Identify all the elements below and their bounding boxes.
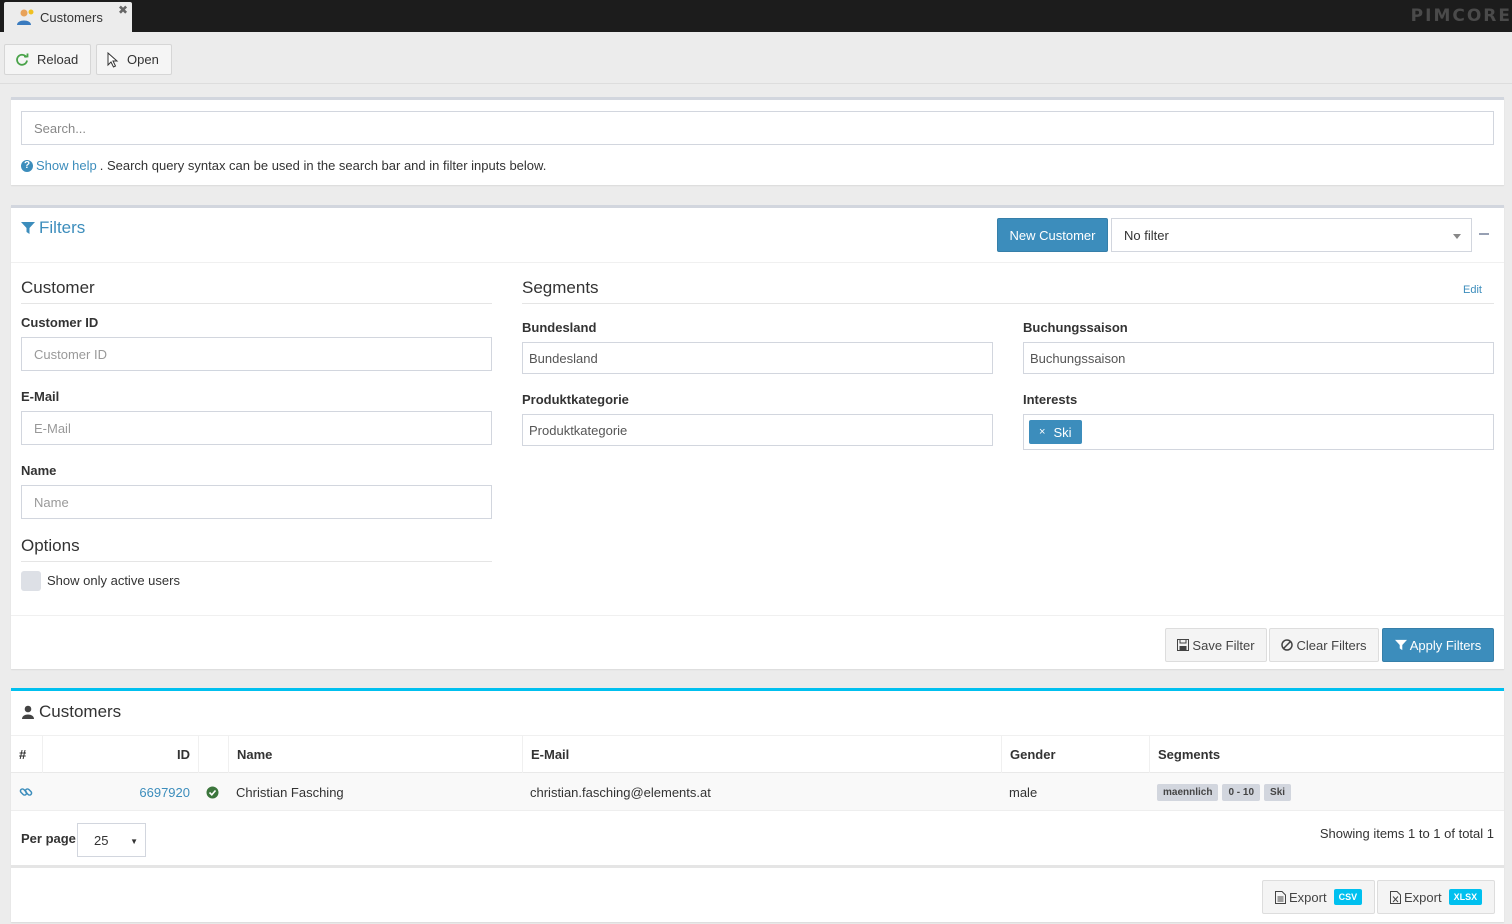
divider [11,865,1504,868]
file-text-icon [1275,890,1286,904]
pagination-summary: Showing items 1 to 1 of total 1 [1319,826,1494,841]
customer-segments: maennlich 0 - 10 Ski [1149,773,1504,811]
customers-panel: Customers # ID Name E-Mail Gender Segmen… [11,688,1504,922]
edit-segments-link[interactable]: Edit [1463,284,1482,296]
tab-label: Customers [40,9,103,25]
produktkategorie-input[interactable] [522,414,993,446]
reload-icon [15,53,29,67]
customer-email: christian.fasching@elements.at [530,784,711,800]
customer-id-link[interactable]: 6697920 [42,773,198,811]
customers-title: Customers [21,702,121,722]
question-icon: ? [21,159,33,172]
export-xlsx-label: Export [1404,889,1442,905]
customer-icon [16,8,34,26]
saved-filter-select[interactable]: No filter [1111,218,1472,252]
open-label: Open [127,52,159,67]
xlsx-badge: XLSX [1448,889,1483,905]
apply-filters-button[interactable]: Apply Filters [1382,628,1494,662]
divider [11,615,1504,616]
saved-filter-value: No filter [1124,227,1169,243]
col-index: # [19,747,27,762]
segments-section-title: Segments [522,278,1494,304]
new-customer-button[interactable]: New Customer [997,218,1108,252]
divider [11,262,1504,263]
csv-badge: CSV [1333,889,1363,905]
export-csv-label: Export [1289,889,1327,905]
customer-section-title: Customer [21,278,492,304]
file-excel-icon [1390,890,1401,904]
export-xlsx-button[interactable]: Export XLSX [1377,880,1496,914]
export-csv-button[interactable]: Export CSV [1262,880,1376,914]
name-input[interactable] [21,485,492,519]
name-label: Name [21,463,57,478]
ban-icon [1281,639,1294,651]
email-label: E-Mail [21,389,60,404]
col-name[interactable]: Name [228,736,522,773]
show-help-link[interactable]: Show help [36,158,97,173]
col-gender[interactable]: Gender [1001,736,1149,773]
clear-filters-button[interactable]: Clear Filters [1269,628,1379,662]
produktkategorie-label: Produktkategorie [522,392,629,407]
customer-name: Christian Fasching [236,784,344,800]
interests-input[interactable]: × Ski [1023,414,1494,450]
caret-down-icon: ▼ [130,837,138,846]
active-check-icon [198,773,228,811]
options-section-title: Options [21,536,492,562]
reload-button[interactable]: Reload [4,44,92,75]
close-icon[interactable]: ✖ [118,3,128,17]
bundesland-label: Bundesland [522,320,597,335]
filters-title-text: Filters [39,218,86,237]
interests-label: Interests [1023,392,1078,407]
buchungssaison-label: Buchungssaison [1023,320,1128,335]
save-filter-label: Save Filter [1192,637,1255,653]
customer-gender: male [1009,784,1038,800]
bundesland-input[interactable] [522,342,993,374]
table-row: 6697920 Christian Fasching christian.fas… [11,773,1504,811]
table-header: # ID Name E-Mail Gender Segments [11,735,1504,773]
buchungssaison-input[interactable] [1023,342,1494,374]
per-page-value: 25 [94,832,109,848]
col-segments: Segments [1149,736,1504,773]
collapse-icon[interactable] [1479,233,1489,235]
search-input[interactable] [21,111,1494,145]
reload-label: Reload [37,52,79,67]
link-icon[interactable] [11,773,42,811]
top-bar: Customers ✖ PIMCORE [0,0,1512,32]
clear-filters-label: Clear Filters [1296,637,1367,653]
email-input[interactable] [21,411,492,445]
customer-id-label: Customer ID [21,315,99,330]
apply-filters-label: Apply Filters [1409,637,1482,653]
chevron-down-icon [1453,234,1461,239]
toolbar: Reload Open [0,32,1512,84]
save-icon [1177,639,1190,651]
save-filter-button[interactable]: Save Filter [1165,628,1267,662]
segment-badge: maennlich [1157,783,1219,801]
active-users-label: Show only active users [47,573,180,588]
per-page-label: Per page [21,831,76,846]
col-status [198,736,228,773]
filter-icon [21,222,35,234]
cursor-icon [107,51,119,68]
filters-panel: Filters New Customer No filter Customer … [11,205,1504,669]
filters-title: Filters [21,218,85,238]
user-icon [22,705,34,719]
remove-tag-icon[interactable]: × [1039,426,1045,438]
active-users-checkbox[interactable] [21,571,41,591]
help-text: . Search query syntax can be used in the… [99,158,547,173]
open-button[interactable]: Open [96,44,172,75]
segment-badge: 0 - 10 [1222,783,1261,801]
col-id[interactable]: ID [42,736,198,773]
brand-logo: PIMCORE [1410,6,1512,26]
filter-icon [1394,639,1407,651]
per-page-select[interactable]: 25 ▼ [77,823,146,857]
search-panel: ? Show help . Search query syntax can be… [11,97,1504,185]
help-line: ? Show help . Search query syntax can be… [21,158,546,173]
interest-tag-label: Ski [1053,424,1072,440]
tab-customers[interactable]: Customers ✖ [4,2,132,32]
customer-id-input[interactable] [21,337,492,371]
col-email[interactable]: E-Mail [522,736,1001,773]
segment-badge: Ski [1264,783,1292,801]
customers-title-text: Customers [39,702,122,721]
interest-tag: × Ski [1029,420,1082,444]
